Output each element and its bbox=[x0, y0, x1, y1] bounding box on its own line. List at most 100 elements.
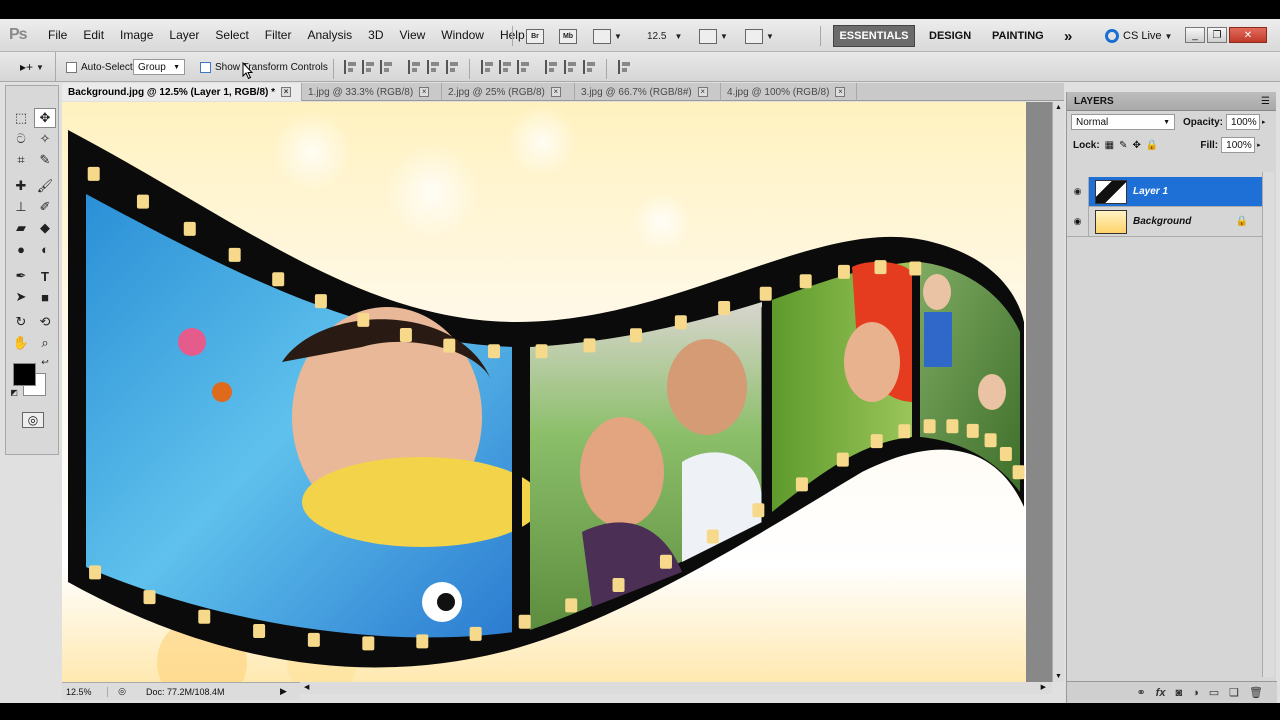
close-tab-icon[interactable]: × bbox=[550, 87, 561, 97]
menu-3d[interactable]: 3D bbox=[360, 19, 391, 52]
visibility-eye-icon[interactable]: ◉ bbox=[1067, 206, 1089, 237]
scroll-down-icon[interactable]: ▼ bbox=[1055, 673, 1062, 680]
align-left-icon[interactable] bbox=[408, 60, 422, 74]
close-tab-icon[interactable]: × bbox=[697, 87, 708, 97]
new-layer-icon[interactable]: ❏ bbox=[1229, 686, 1239, 699]
menu-view[interactable]: View bbox=[391, 19, 433, 52]
type-tool-icon[interactable]: T bbox=[34, 266, 56, 286]
blur-tool-icon[interactable]: ● bbox=[10, 239, 32, 259]
swap-colors-icon[interactable]: ↩ bbox=[38, 356, 52, 368]
scroll-left-icon[interactable]: ◀ bbox=[304, 683, 309, 691]
show-transform-controls-checkbox[interactable]: Show Transform Controls bbox=[200, 59, 328, 75]
align-vcenter-icon[interactable] bbox=[362, 60, 376, 74]
link-layers-icon[interactable]: ⚭ bbox=[1136, 686, 1145, 699]
blend-mode-select[interactable]: Normal ▼ bbox=[1071, 114, 1175, 130]
vertical-scrollbar[interactable]: ▲ ▼ bbox=[1052, 102, 1064, 682]
menu-select[interactable]: Select bbox=[207, 19, 256, 52]
magic-wand-tool-icon[interactable]: ✧ bbox=[34, 129, 56, 149]
layers-panel-tab[interactable]: LAYERS ☰ bbox=[1067, 92, 1276, 111]
canvas-area[interactable] bbox=[62, 102, 1052, 682]
document-canvas[interactable] bbox=[62, 102, 1052, 682]
status-settings-icon[interactable]: ◎ bbox=[108, 686, 136, 697]
lock-image-icon[interactable]: ✎ bbox=[1119, 140, 1127, 151]
minimize-button[interactable]: _ bbox=[1185, 27, 1205, 43]
fill-slider-arrow-icon[interactable]: ▸ bbox=[1257, 141, 1261, 149]
menu-analysis[interactable]: Analysis bbox=[299, 19, 360, 52]
fill-field[interactable]: 100% bbox=[1221, 137, 1256, 153]
dodge-tool-icon[interactable]: ◐ bbox=[34, 239, 56, 259]
horizontal-scrollbar[interactable]: ◀ ▶ bbox=[300, 682, 1052, 694]
zoom-tool-icon[interactable]: ⌕ bbox=[34, 333, 56, 353]
crop-tool-icon[interactable]: ⌗ bbox=[10, 150, 32, 170]
extras-dropdown[interactable]: ▼ bbox=[593, 27, 622, 45]
3d-orbit-tool-icon[interactable]: ⟲ bbox=[34, 312, 56, 332]
document-tab[interactable]: 1.jpg @ 33.3% (RGB/8) × bbox=[302, 83, 442, 101]
brush-tool-icon[interactable]: 🖌 bbox=[34, 176, 56, 196]
opacity-field[interactable]: 100% bbox=[1226, 114, 1261, 130]
delete-layer-icon[interactable]: 🗑 bbox=[1249, 686, 1263, 699]
align-bottom-icon[interactable] bbox=[380, 60, 394, 74]
menu-layer[interactable]: Layer bbox=[161, 19, 207, 52]
lock-all-icon[interactable]: 🔒 bbox=[1146, 140, 1158, 151]
screen-mode-dropdown[interactable]: ▼ bbox=[745, 27, 774, 45]
document-tab[interactable]: 4.jpg @ 100% (RGB/8) × bbox=[721, 83, 857, 101]
distribute-right-icon[interactable] bbox=[583, 60, 597, 74]
workspace-painting-button[interactable]: PAINTING bbox=[992, 25, 1044, 47]
panel-menu-icon[interactable]: ☰ bbox=[1261, 96, 1270, 107]
default-colors-icon[interactable]: ◩ bbox=[8, 386, 20, 398]
close-tab-icon[interactable]: × bbox=[419, 87, 430, 97]
minibridge-button[interactable]: Mb bbox=[559, 27, 577, 45]
restore-button[interactable]: ❐ bbox=[1207, 27, 1227, 43]
workspace-design-button[interactable]: DESIGN bbox=[929, 25, 971, 47]
zoom-level-dropdown[interactable]: 12.5 ▼ bbox=[647, 27, 682, 45]
workspace-essentials-button[interactable]: ESSENTIALS bbox=[833, 25, 915, 47]
bridge-button[interactable]: Br bbox=[526, 27, 544, 45]
rectangle-tool-icon[interactable]: ■ bbox=[34, 287, 56, 307]
eyedropper-tool-icon[interactable]: ✎ bbox=[34, 150, 56, 170]
close-button[interactable]: ✕ bbox=[1229, 27, 1267, 43]
scroll-right-icon[interactable]: ▶ bbox=[1041, 683, 1046, 691]
auto-select-checkbox[interactable]: Auto-Select: bbox=[66, 59, 135, 75]
adjustment-layer-icon[interactable]: ◑ bbox=[1192, 687, 1199, 699]
menu-window[interactable]: Window bbox=[433, 19, 492, 52]
layer-row-layer-1[interactable]: ◉ Layer 1 bbox=[1067, 176, 1262, 207]
move-tool-icon[interactable]: ✥ bbox=[34, 108, 56, 128]
tool-preset-picker[interactable]: ▸+ ▼ bbox=[8, 52, 56, 82]
distribute-vcenter-icon[interactable] bbox=[499, 60, 513, 74]
opacity-slider-arrow-icon[interactable]: ▸ bbox=[1262, 118, 1266, 126]
menu-filter[interactable]: Filter bbox=[257, 19, 300, 52]
eraser-tool-icon[interactable]: ▰ bbox=[10, 218, 32, 238]
document-tab[interactable]: 2.jpg @ 25% (RGB/8) × bbox=[442, 83, 575, 101]
new-group-icon[interactable]: ▭ bbox=[1209, 686, 1219, 699]
align-top-icon[interactable] bbox=[344, 60, 358, 74]
foreground-color-swatch[interactable] bbox=[13, 363, 36, 386]
3d-rotate-tool-icon[interactable]: ↻ bbox=[10, 312, 32, 332]
paint-bucket-tool-icon[interactable]: ◆ bbox=[34, 218, 56, 238]
scroll-up-icon[interactable]: ▲ bbox=[1055, 104, 1062, 111]
status-menu-arrow-icon[interactable]: ▶ bbox=[280, 686, 287, 697]
distribute-top-icon[interactable] bbox=[481, 60, 495, 74]
document-tab[interactable]: Background.jpg @ 12.5% (Layer 1, RGB/8) … bbox=[62, 83, 302, 101]
cs-live-button[interactable]: CS Live ▼ bbox=[1105, 25, 1172, 47]
align-right-icon[interactable] bbox=[446, 60, 460, 74]
status-zoom[interactable]: 12.5% bbox=[62, 686, 108, 697]
close-tab-icon[interactable]: × bbox=[281, 87, 292, 97]
distribute-bottom-icon[interactable] bbox=[517, 60, 531, 74]
close-tab-icon[interactable]: × bbox=[835, 87, 846, 97]
menu-image[interactable]: Image bbox=[112, 19, 161, 52]
layer-row-background[interactable]: ◉ Background 🔒 bbox=[1067, 206, 1262, 237]
lasso-tool-icon[interactable]: ට bbox=[10, 129, 32, 149]
clone-stamp-tool-icon[interactable]: ⊥ bbox=[10, 197, 32, 217]
arrange-documents-dropdown[interactable]: ▼ bbox=[699, 27, 728, 45]
quick-mask-icon[interactable]: ◎ bbox=[22, 412, 44, 428]
lock-position-icon[interactable]: ✥ bbox=[1133, 140, 1141, 151]
lock-transparent-icon[interactable]: ▦ bbox=[1105, 140, 1114, 151]
hand-tool-icon[interactable]: ✋ bbox=[10, 333, 32, 353]
auto-select-mode-select[interactable]: Group ▼ bbox=[133, 59, 185, 75]
menu-file[interactable]: File bbox=[40, 19, 75, 52]
document-tab[interactable]: 3.jpg @ 66.7% (RGB/8#) × bbox=[575, 83, 721, 101]
align-hcenter-icon[interactable] bbox=[427, 60, 441, 74]
layer-mask-icon[interactable]: ◙ bbox=[1175, 687, 1182, 699]
path-selection-tool-icon[interactable]: ➤ bbox=[10, 287, 32, 307]
layers-scrollbar[interactable] bbox=[1262, 172, 1274, 677]
